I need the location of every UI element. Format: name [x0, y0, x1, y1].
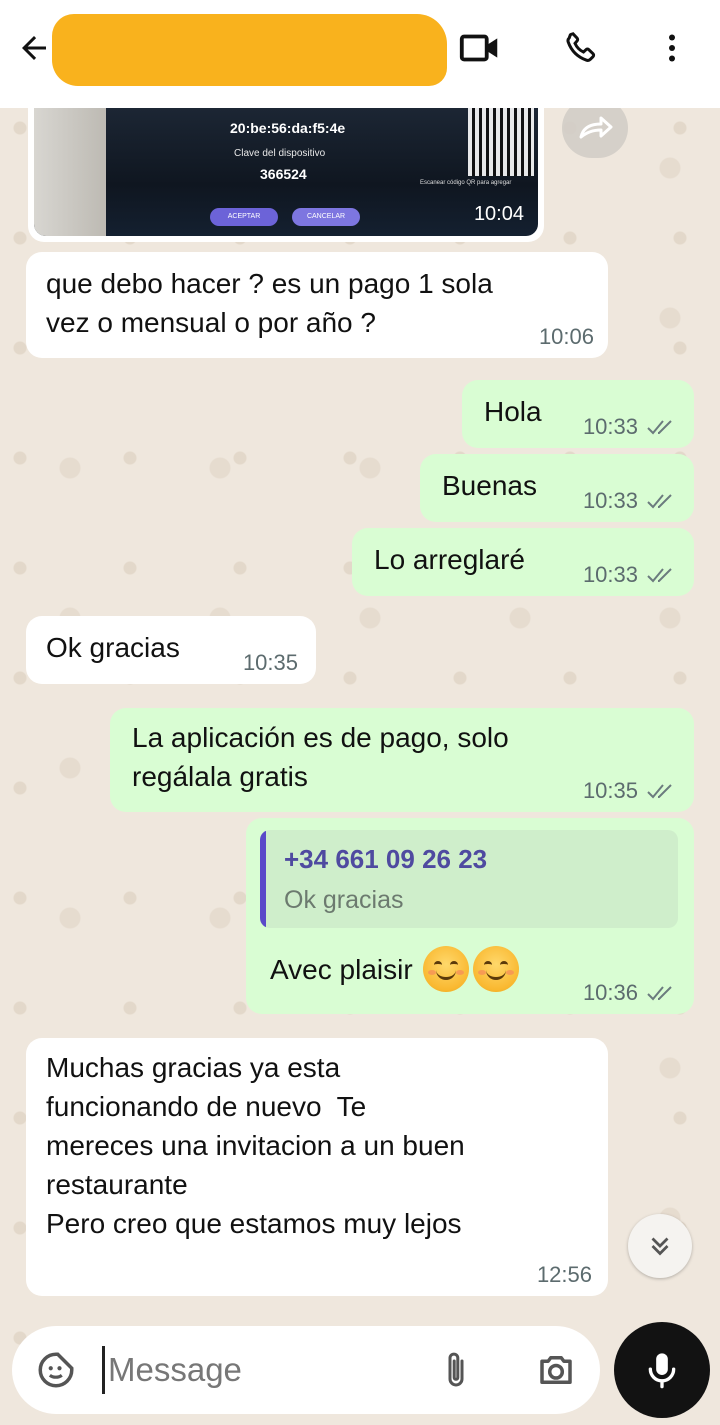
- qr-code-image: [468, 108, 534, 176]
- chat-header: [0, 0, 720, 108]
- image-cancel-button: CANCELAR: [292, 208, 360, 226]
- message-bubble-outgoing[interactable]: Lo arreglaré 10:33: [352, 528, 694, 596]
- message-time: 10:36: [582, 980, 638, 1005]
- back-arrow-icon: [22, 36, 46, 60]
- read-receipt-icon: [647, 784, 672, 799]
- voice-call-icon: [566, 32, 596, 62]
- message-text: Hola: [484, 396, 542, 427]
- video-call-icon: [459, 34, 498, 62]
- read-receipt-icon: [647, 568, 672, 583]
- message-bubble-incoming[interactable]: Muchas gracias ya esta funcionando de nu…: [26, 1038, 608, 1296]
- double-chevron-down-icon: [651, 1237, 669, 1256]
- read-receipt-icon: [647, 494, 672, 509]
- attach-button[interactable]: [432, 1346, 480, 1394]
- camera-icon: [540, 1356, 572, 1384]
- image-accept-button: ACEPTAR: [210, 208, 278, 226]
- paperclip-icon: [448, 1352, 464, 1387]
- message-composer: [12, 1326, 600, 1414]
- message-bubble-incoming[interactable]: Ok gracias 10:35: [26, 616, 316, 684]
- read-receipt-icon: [647, 986, 672, 1001]
- image-qr-caption: Escanear código QR para agregar: [420, 180, 512, 186]
- quoted-text: Ok gracias: [284, 886, 404, 914]
- message-text: que debo hacer ? es un pago 1 sola vez o…: [46, 268, 493, 338]
- text-cursor: [102, 1346, 105, 1394]
- smiling-face-emoji: [472, 946, 519, 992]
- video-call-button[interactable]: [456, 24, 504, 72]
- forward-icon: [579, 116, 613, 139]
- reply-message-bubble[interactable]: +34 661 09 26 23 Ok gracias Avec plaisir…: [246, 818, 694, 1014]
- message-text: Ok gracias: [46, 632, 180, 663]
- message-time: 10:33: [582, 562, 638, 587]
- back-button[interactable]: [10, 24, 58, 72]
- image-key-value: 366524: [260, 166, 307, 182]
- message-time: 10:35: [582, 778, 638, 803]
- message-time: 10:04: [473, 203, 524, 225]
- microphone-icon: [648, 1353, 676, 1389]
- quoted-message[interactable]: +34 661 09 26 23 Ok gracias: [260, 830, 678, 928]
- message-bubble-incoming[interactable]: que debo hacer ? es un pago 1 sola vez o…: [26, 252, 608, 358]
- image-message-bubble[interactable]: 20:be:56:da:f5:4e Clave del dispositivo …: [28, 108, 544, 242]
- message-bubble-outgoing[interactable]: La aplicación es de pago, solo regálala …: [110, 708, 694, 812]
- image-thumbnail[interactable]: 20:be:56:da:f5:4e Clave del dispositivo …: [34, 108, 538, 236]
- smiling-face-emoji: [422, 946, 469, 992]
- scroll-to-bottom-button[interactable]: [628, 1214, 692, 1278]
- sticker-button[interactable]: [32, 1346, 80, 1394]
- redacted-contact-name[interactable]: [52, 14, 447, 86]
- message-text: Buenas: [442, 470, 537, 501]
- image-key-label: Clave del dispositivo: [234, 148, 326, 159]
- image-mac-text: 20:be:56:da:f5:4e: [230, 120, 346, 136]
- message-bubble-outgoing[interactable]: Hola 10:33: [462, 380, 694, 448]
- message-text: La aplicación es de pago, solo regálala …: [132, 722, 509, 792]
- message-time: 10:33: [582, 488, 638, 513]
- message-time: 10:06: [538, 324, 594, 349]
- more-vert-icon: [669, 34, 675, 62]
- message-bubble-outgoing[interactable]: Buenas 10:33: [420, 454, 694, 522]
- read-receipt-icon: [647, 420, 672, 435]
- voice-call-button[interactable]: [558, 24, 606, 72]
- message-text: Muchas gracias ya esta funcionando de nu…: [46, 1052, 465, 1239]
- message-time: 10:33: [582, 414, 638, 439]
- voice-message-button[interactable]: [614, 1322, 710, 1418]
- message-text: Avec plaisir: [270, 953, 413, 985]
- camera-button[interactable]: [532, 1346, 580, 1394]
- more-options-button[interactable]: [648, 24, 696, 72]
- message-time: 12:56: [536, 1262, 592, 1287]
- message-time: 10:35: [242, 650, 298, 675]
- message-input[interactable]: [108, 1348, 408, 1392]
- sticker-icon: [38, 1352, 74, 1388]
- message-text: Lo arreglaré: [374, 544, 525, 575]
- quoted-sender: +34 661 09 26 23: [284, 844, 488, 874]
